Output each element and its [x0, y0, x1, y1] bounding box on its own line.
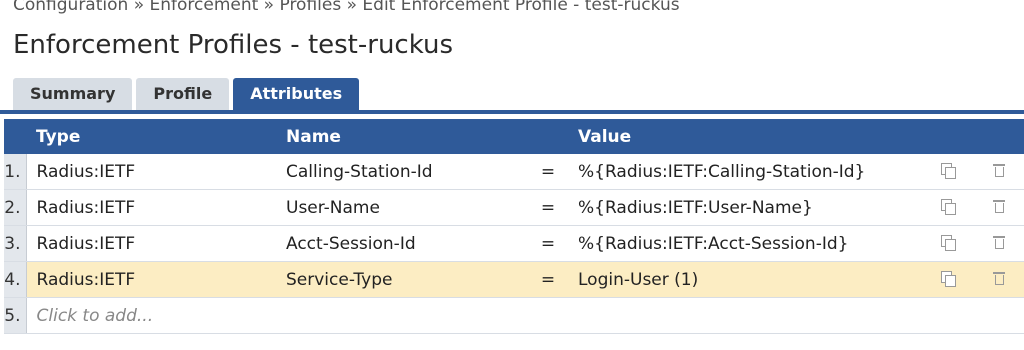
cell-name: User-Name: [286, 189, 518, 226]
cell-operator: =: [518, 261, 578, 298]
table-header-row: Type Name Value: [4, 119, 1024, 154]
copy-icon[interactable]: [941, 270, 956, 287]
trash-icon[interactable]: [992, 199, 1005, 213]
trash-icon[interactable]: [992, 271, 1005, 285]
cell-value: Login-User (1): [578, 261, 923, 298]
cell-value: %{Radius:IETF:Calling-Station-Id}: [578, 154, 923, 190]
cell-type: Radius:IETF: [26, 189, 286, 226]
column-header-name: Name: [286, 119, 518, 154]
row-number: 2.: [4, 189, 27, 226]
cell-name: Service-Type: [286, 261, 518, 298]
tab-attributes[interactable]: Attributes: [233, 78, 360, 110]
copy-icon[interactable]: [941, 234, 956, 251]
cell-value: %{Radius:IETF:Acct-Session-Id}: [578, 225, 923, 262]
row-number: 4.: [4, 261, 27, 298]
copy-icon[interactable]: [941, 198, 956, 215]
table-row[interactable]: 2. Radius:IETF User-Name = %{Radius:IETF…: [4, 189, 1024, 226]
attributes-table: Type Name Value 1. Radius:IETF Calling-S…: [4, 119, 1024, 334]
table-row-selected[interactable]: 4. Radius:IETF Service-Type = Login-User…: [4, 261, 1024, 298]
cell-operator: =: [518, 189, 578, 226]
cell-type: Radius:IETF: [26, 225, 286, 262]
breadcrumb: Configuration » Enforcement » Profiles »…: [13, 0, 680, 15]
column-header-value: Value: [578, 119, 923, 154]
table-row[interactable]: 1. Radius:IETF Calling-Station-Id = %{Ra…: [4, 154, 1024, 190]
add-row[interactable]: 5. Click to add...: [4, 297, 1024, 334]
cell-operator: =: [518, 225, 578, 262]
cell-name: Calling-Station-Id: [286, 154, 518, 190]
row-number: 5.: [4, 297, 27, 334]
trash-icon[interactable]: [992, 235, 1005, 249]
tab-bar: Summary Profile Attributes: [13, 78, 360, 110]
add-row-placeholder[interactable]: Click to add...: [26, 297, 1024, 334]
tab-underline: [0, 110, 1024, 114]
row-number: 3.: [4, 225, 27, 262]
page-title: Enforcement Profiles - test-ruckus: [13, 30, 453, 60]
cell-type: Radius:IETF: [26, 261, 286, 298]
tab-summary[interactable]: Summary: [13, 78, 133, 110]
trash-icon[interactable]: [992, 163, 1005, 177]
cell-type: Radius:IETF: [26, 154, 286, 190]
column-header-type: Type: [26, 119, 286, 154]
row-number: 1.: [4, 154, 27, 190]
table-row[interactable]: 3. Radius:IETF Acct-Session-Id = %{Radiu…: [4, 225, 1024, 262]
copy-icon[interactable]: [941, 162, 956, 179]
cell-value: %{Radius:IETF:User-Name}: [578, 189, 923, 226]
cell-operator: =: [518, 154, 578, 190]
tab-profile[interactable]: Profile: [136, 78, 230, 110]
cell-name: Acct-Session-Id: [286, 225, 518, 262]
